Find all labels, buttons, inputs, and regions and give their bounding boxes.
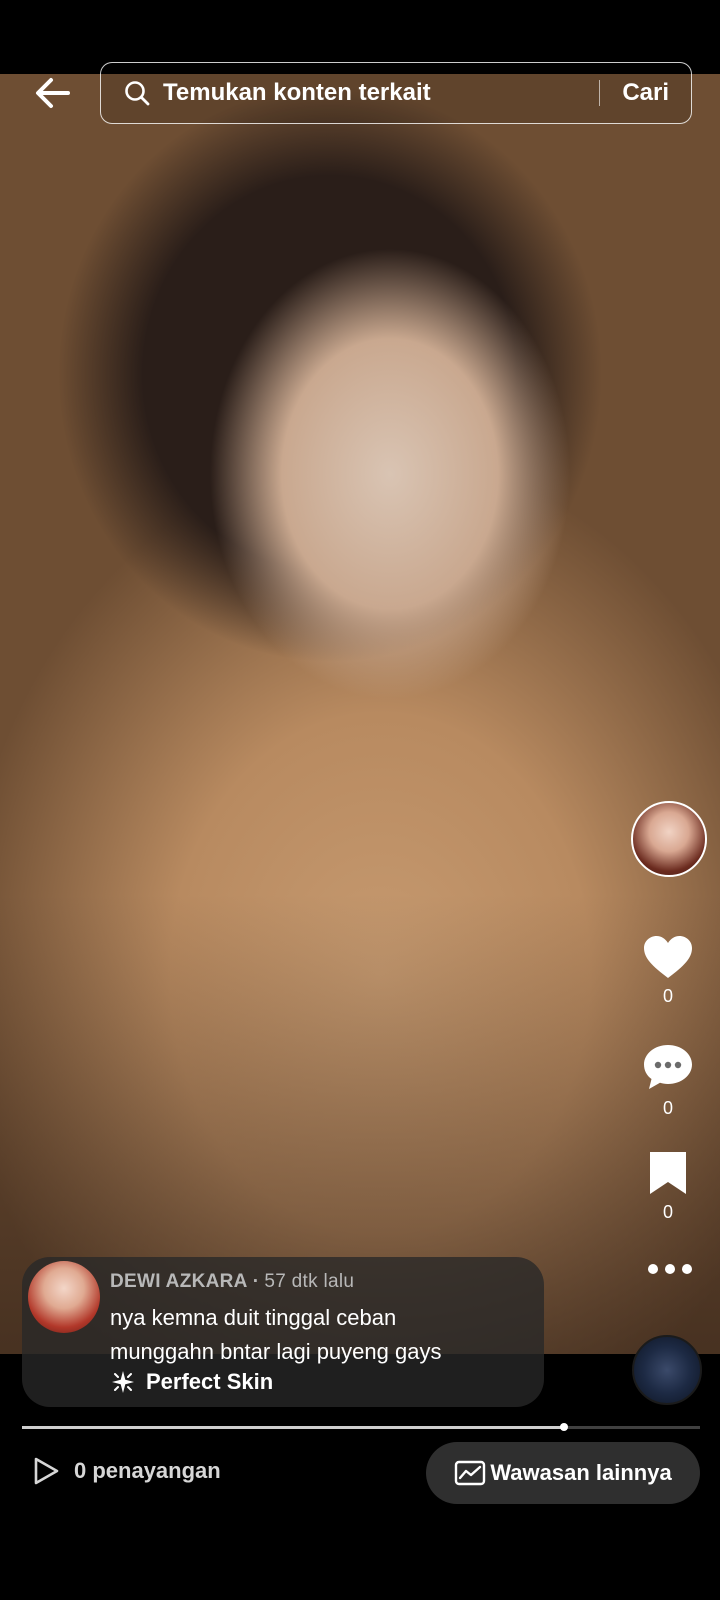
arrow-left-icon bbox=[36, 78, 70, 108]
sparkle-icon bbox=[112, 1371, 134, 1393]
save-count: 0 bbox=[662, 1202, 673, 1222]
comment-button[interactable]: 0 bbox=[640, 1042, 696, 1119]
like-count: 0 bbox=[662, 986, 673, 1006]
progress-handle[interactable] bbox=[560, 1423, 569, 1431]
effect-tag[interactable]: Perfect Skin bbox=[110, 1369, 273, 1395]
music-disc[interactable] bbox=[632, 1335, 702, 1405]
comment-bubble-icon bbox=[644, 1045, 692, 1089]
heart-icon bbox=[644, 936, 692, 978]
back-button[interactable] bbox=[30, 70, 76, 116]
more-options-button[interactable] bbox=[648, 1264, 692, 1276]
bookmark-icon bbox=[650, 1152, 686, 1194]
views-counter: 0 penayangan bbox=[32, 1456, 221, 1486]
caption-text: nya kemna duit tinggal ceban munggahn bn… bbox=[110, 1301, 530, 1369]
views-label: 0 penayangan bbox=[74, 1458, 221, 1483]
save-button[interactable]: 0 bbox=[640, 1150, 696, 1223]
comment-count: 0 bbox=[662, 1098, 673, 1118]
search-submit-button[interactable]: Cari bbox=[600, 79, 691, 107]
author-line: DEWI AZKARA · 57 dtk lalu bbox=[110, 1271, 354, 1293]
caption-line: nya kemna duit tinggal ceban bbox=[110, 1305, 397, 1330]
like-button[interactable]: 0 bbox=[640, 934, 696, 1007]
effect-name: Perfect Skin bbox=[146, 1369, 274, 1394]
author-name[interactable]: DEWI AZKARA bbox=[110, 1271, 248, 1292]
progress-fill bbox=[22, 1426, 565, 1429]
caption-card[interactable]: DEWI AZKARA · 57 dtk lalu nya kemna duit t… bbox=[22, 1257, 544, 1407]
post-time: 57 dtk lalu bbox=[264, 1271, 355, 1292]
more-dots-icon bbox=[648, 1264, 658, 1274]
author-avatar[interactable] bbox=[28, 1261, 100, 1333]
video-player[interactable] bbox=[0, 74, 720, 1354]
author-separator: · bbox=[252, 1271, 260, 1292]
insights-button[interactable]: Wawasan lainnya bbox=[426, 1442, 700, 1504]
caption-line: munggahn bntar lagi puyeng gays bbox=[110, 1339, 442, 1364]
search-bar[interactable]: Temukan konten terkait Cari bbox=[100, 62, 692, 124]
insights-label: Wawasan lainnya bbox=[490, 1460, 672, 1485]
play-outline-icon bbox=[34, 1457, 59, 1485]
creator-avatar[interactable] bbox=[631, 801, 707, 877]
search-icon bbox=[125, 81, 150, 106]
search-input[interactable]: Temukan konten terkait bbox=[163, 79, 599, 107]
video-progress-bar[interactable] bbox=[22, 1423, 700, 1431]
trend-chart-icon bbox=[455, 1460, 486, 1486]
